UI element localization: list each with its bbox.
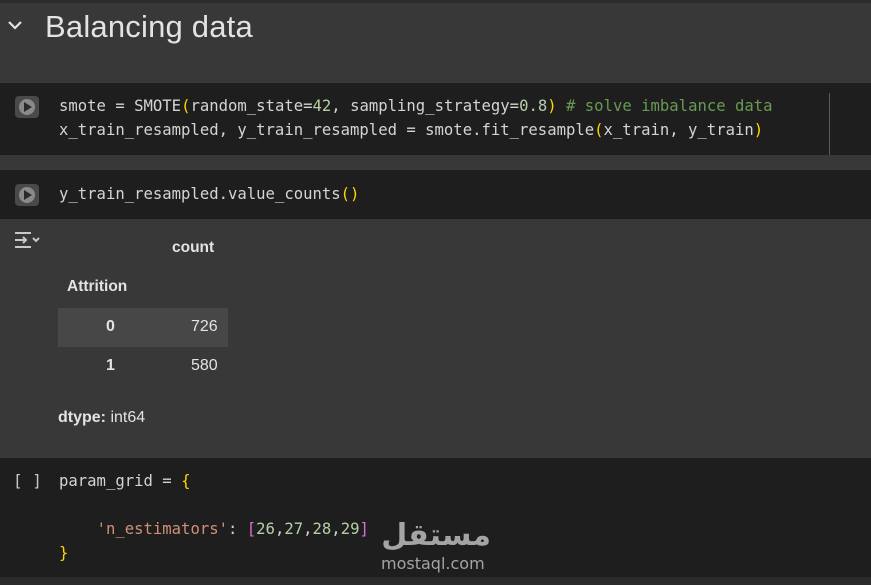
play-icon[interactable] — [14, 95, 40, 119]
dtype-line: dtype: int64 — [58, 409, 145, 427]
section-header[interactable]: Balancing data — [0, 3, 871, 53]
play-icon[interactable] — [14, 183, 40, 207]
code-cell-smote[interactable]: smote = SMOTE(random_state=42, sampling_… — [0, 83, 871, 155]
code-line-2[interactable]: x_train_resampled, y_train_resampled = s… — [59, 118, 763, 142]
run-brackets-button[interactable]: [ ] — [13, 471, 42, 490]
column-header-count: count — [172, 239, 215, 256]
row-count: 580 — [191, 357, 218, 374]
mostaql-watermark: مستقل mostaql.com — [381, 518, 491, 574]
index-header-attrition: Attrition — [67, 278, 128, 295]
table-row: 0 726 — [58, 308, 228, 347]
row-index: 0 — [106, 318, 115, 335]
watermark-arabic: مستقل — [381, 518, 491, 553]
row-index: 1 — [106, 357, 115, 374]
code-line-2[interactable]: 'n_estimators': [26,27,28,29] — [59, 517, 369, 541]
scroll-divider — [829, 93, 830, 155]
code-line-1[interactable]: smote = SMOTE(random_state=42, sampling_… — [59, 94, 773, 118]
output-toggle-icon[interactable] — [13, 229, 41, 253]
code-line-1[interactable]: y_train_resampled.value_counts() — [59, 182, 359, 206]
row-count: 726 — [191, 318, 218, 335]
watermark-latin: mostaql.com — [381, 554, 485, 573]
table-row: 1 580 — [58, 347, 228, 386]
code-cell-value-counts[interactable]: y_train_resampled.value_counts() — [0, 170, 871, 219]
code-line-1[interactable]: param_grid = { — [59, 469, 190, 493]
dtype-label: dtype: — [58, 409, 106, 426]
dtype-value: int64 — [106, 409, 146, 426]
section-title: Balancing data — [45, 9, 253, 44]
chevron-down-icon[interactable] — [6, 16, 24, 34]
code-line-3[interactable]: } — [59, 541, 68, 565]
bottom-divider — [0, 577, 871, 585]
